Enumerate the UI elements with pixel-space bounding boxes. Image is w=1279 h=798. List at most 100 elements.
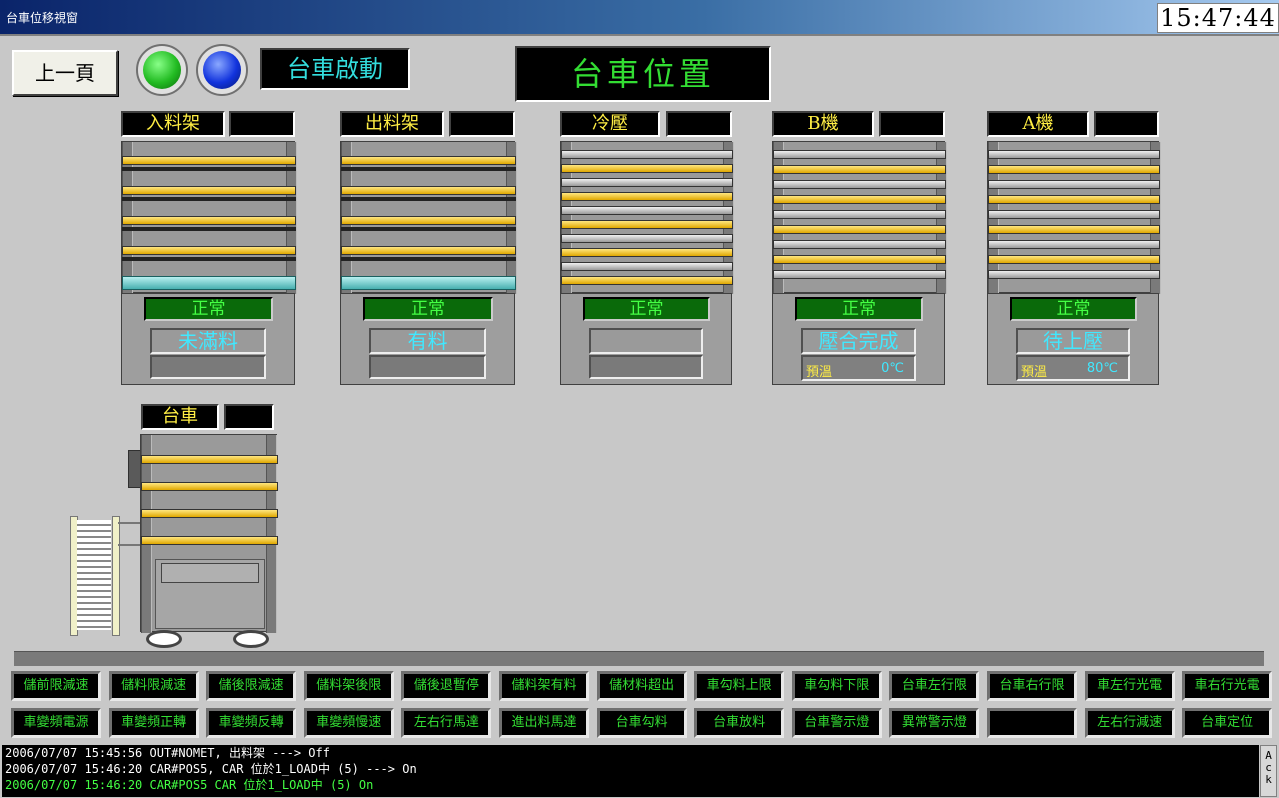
title-bar: 台車位移視窗 15:47:44 [0, 0, 1279, 34]
temp-value: 0℃ [881, 361, 904, 376]
rack-shelf [122, 216, 296, 225]
shelf-shadow [122, 167, 296, 171]
shelf-shadow [341, 197, 516, 201]
temp-label: 預溫 [1021, 365, 1048, 380]
ack-button[interactable]: Ack [1260, 745, 1277, 797]
green-lamp-indicator [136, 44, 188, 96]
station-label: A機 [987, 111, 1089, 137]
indicator-button[interactable]: 台車勾料 [596, 708, 687, 738]
rack-shelf [341, 156, 516, 165]
indicator-button[interactable]: 車變頻正轉 [108, 708, 199, 738]
temp-value: 80℃ [1086, 361, 1118, 376]
track-floor [14, 651, 1264, 666]
indicator-button[interactable]: 車變頻反轉 [206, 708, 297, 738]
indicator-button[interactable]: 車勾料上限 [694, 671, 785, 701]
station-cabinet: 正常 壓合完成 預溫 0℃ [772, 293, 945, 385]
ack-label: Ack [1265, 749, 1272, 786]
indicator-button[interactable]: 儲料限減速 [108, 671, 199, 701]
station-message: 未滿料 [150, 328, 266, 354]
indicator-button[interactable]: 台車放料 [694, 708, 785, 738]
cart-value [224, 404, 274, 430]
indicator-button[interactable]: 車左行光電 [1084, 671, 1175, 701]
rack-shelf [773, 255, 946, 264]
indicator-button[interactable]: 左右行減速 [1084, 708, 1175, 738]
rack-shelf [988, 225, 1160, 234]
rack-shelf [773, 270, 946, 279]
back-button[interactable]: 上一頁 [12, 50, 118, 96]
station-label: 入料架 [121, 111, 225, 137]
indicator-button[interactable]: 儲料架後限 [303, 671, 394, 701]
station-value [879, 111, 945, 137]
station-cabinet: 正常 [560, 293, 732, 385]
station-message: 待上壓 [1016, 328, 1130, 354]
indicator-button[interactable]: 台車警示燈 [791, 708, 882, 738]
station-detail [369, 355, 486, 379]
shelf-shadow [341, 167, 516, 171]
rack-shelf [773, 210, 946, 219]
indicator-button[interactable]: 異常警示燈 [889, 708, 980, 738]
cart-label: 台車 [141, 404, 219, 430]
station-rack [121, 141, 297, 294]
indicator-button[interactable]: 儲前限減速 [11, 671, 101, 701]
cart-frame [140, 434, 278, 633]
title-divider [0, 34, 1279, 36]
cart-start-display[interactable]: 台車啟動 [260, 48, 410, 90]
station-rack [772, 141, 947, 294]
rack-shelf [341, 216, 516, 225]
cart-shelf [141, 536, 278, 545]
station-rack [987, 141, 1161, 294]
indicator-button[interactable]: 台車右行限 [987, 671, 1077, 701]
indicator-button[interactable]: 進出料馬達 [499, 708, 589, 738]
rack-shelf [561, 206, 733, 215]
indicator-button[interactable]: 車變頻慢速 [303, 708, 394, 738]
indicator-button[interactable]: 台車定位 [1182, 708, 1273, 738]
station-message [589, 328, 703, 354]
station-cabinet: 正常 待上壓 預溫 80℃ [987, 293, 1159, 385]
indicator-button[interactable]: 車變頻電源 [11, 708, 101, 738]
clock-display: 15:47:44 [1157, 3, 1279, 33]
indicator-button[interactable]: 台車左行限 [889, 671, 980, 701]
indicator-button[interactable]: 左右行馬達 [401, 708, 492, 738]
station-value [449, 111, 515, 137]
blue-lamp-indicator [196, 44, 248, 96]
rack-shelf [561, 164, 733, 173]
log-line: 2006/07/07 15:45:56 OUT#NOMET, 出料架 ---> … [5, 746, 330, 760]
indicator-button[interactable]: 儲後退暫停 [401, 671, 492, 701]
rack-shelf [561, 220, 733, 229]
rack-shelf [988, 240, 1160, 249]
blue-lamp-light [203, 51, 241, 89]
indicator-button[interactable]: 儲材料超出 [596, 671, 687, 701]
station-value [1094, 111, 1159, 137]
rack-shelf [561, 150, 733, 159]
cart-ladder [70, 516, 142, 636]
shelf-shadow [122, 227, 296, 231]
station-detail [589, 355, 703, 379]
cart-slot [161, 563, 259, 583]
conveyor-bar [341, 276, 516, 290]
rack-shelf [561, 248, 733, 257]
rack-shelf [988, 165, 1160, 174]
station-value [229, 111, 295, 137]
rack-shelf [988, 195, 1160, 204]
indicator-button[interactable]: 儲料架有料 [499, 671, 589, 701]
indicator-button[interactable]: 車右行光電 [1182, 671, 1273, 701]
cart-shelf [141, 455, 278, 464]
station-label: 出料架 [340, 111, 444, 137]
log-line: 2006/07/07 15:46:20 CAR#POS5, CAR 位於1_LO… [5, 762, 417, 776]
rack-shelf [341, 246, 516, 255]
conveyor-bar [122, 276, 296, 290]
station-status: 正常 [583, 297, 710, 321]
rack-shelf [561, 234, 733, 243]
rack-shelf [773, 180, 946, 189]
station-label: 冷壓 [560, 111, 660, 137]
indicator-button[interactable]: 儲後限減速 [206, 671, 297, 701]
rack-shelf [773, 225, 946, 234]
station-temp-box: 預溫 80℃ [1016, 355, 1130, 381]
event-log[interactable]: 2006/07/07 15:45:56 OUT#NOMET, 出料架 ---> … [2, 745, 1259, 797]
shelf-shadow [122, 257, 296, 261]
cart-wheel [146, 630, 182, 648]
indicator-button[interactable] [987, 708, 1077, 738]
indicator-button[interactable]: 車勾料下限 [791, 671, 882, 701]
shelf-shadow [122, 197, 296, 201]
station-value [666, 111, 732, 137]
